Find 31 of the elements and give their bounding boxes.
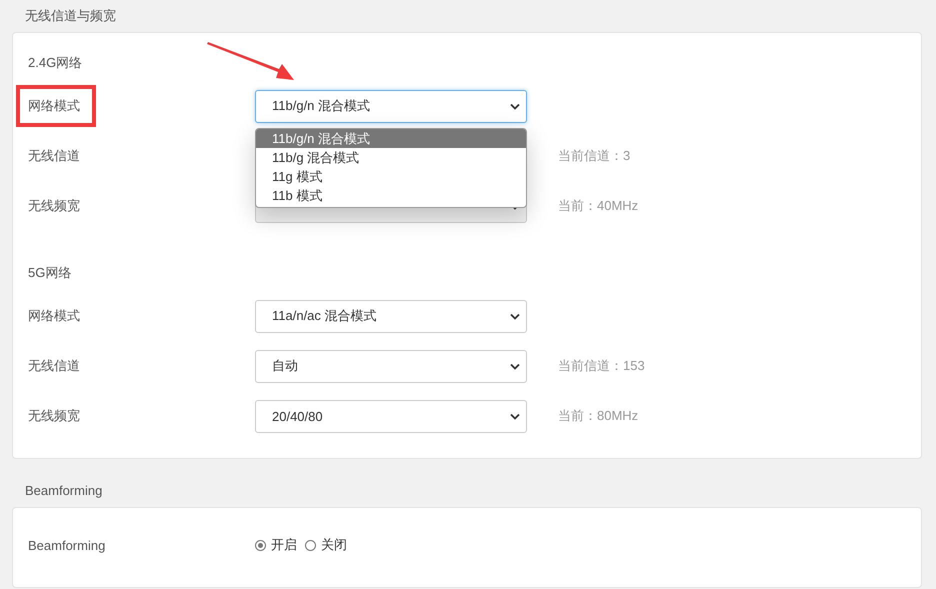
- radio-label: 关闭: [321, 536, 347, 554]
- field-label: 无线信道: [27, 147, 81, 165]
- field-label: 无线信道: [27, 357, 81, 375]
- current-value-text: 当前：40MHz: [558, 197, 638, 215]
- dropdown[interactable]: 自动: [255, 350, 527, 382]
- section-title: Beamforming: [25, 482, 102, 500]
- dropdown-option[interactable]: 11g 模式: [256, 166, 526, 186]
- current-value-text: 当前：80MHz: [558, 407, 638, 425]
- field-label: 网络模式: [27, 307, 81, 325]
- field-label: 网络模式: [16, 85, 96, 127]
- chevron-down-icon: [510, 312, 520, 320]
- radio-button[interactable]: [255, 540, 266, 550]
- radio-button[interactable]: [305, 540, 316, 550]
- current-value-text: 当前信道：153: [558, 357, 645, 375]
- dropdown-option[interactable]: 11b/g/n 混合模式: [256, 128, 526, 148]
- field-label: 无线频宽: [27, 197, 81, 215]
- chevron-down-icon: [510, 412, 520, 420]
- field-label: Beamforming: [27, 536, 106, 555]
- chevron-down-icon: [510, 362, 520, 370]
- current-value-text: 当前信道：3: [558, 147, 630, 165]
- group-heading: 2.4G网络: [28, 54, 82, 72]
- radio-label: 开启: [271, 536, 297, 554]
- dropdown[interactable]: 20/40/80: [255, 400, 527, 432]
- dropdown-option[interactable]: 11b 模式: [256, 186, 526, 204]
- dropdown[interactable]: 11a/n/ac 混合模式: [255, 300, 527, 332]
- section-title: 无线信道与频宽: [25, 7, 116, 25]
- group-heading: 5G网络: [28, 264, 72, 282]
- dropdown-option[interactable]: 11b/g 混合模式: [256, 148, 526, 166]
- field-label: 无线频宽: [27, 407, 81, 425]
- dropdown[interactable]: 11b/g/n 混合模式: [255, 90, 527, 122]
- chevron-down-icon: [510, 102, 520, 110]
